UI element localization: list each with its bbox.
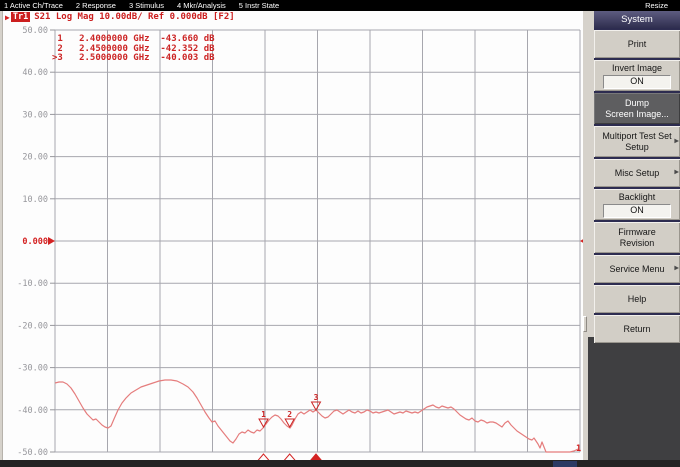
top-menu-item-3[interactable]: 3 Stimulus <box>129 1 164 10</box>
bottom-status-bar <box>0 460 680 467</box>
marker-1-number: 1 <box>261 410 266 419</box>
softkey-service-menu[interactable]: Service Menu ▶ <box>594 253 680 283</box>
softkey-dump-screen-image[interactable]: DumpScreen Image... <box>594 91 680 124</box>
y-axis-label: 30.00 <box>22 110 48 120</box>
resize-button[interactable]: Resize <box>645 1 668 10</box>
y-axis-label: 20.00 <box>22 153 48 163</box>
top-menu-item-5[interactable]: 5 Instr State <box>239 1 279 10</box>
y-axis-label: -20.00 <box>17 321 48 331</box>
softkey-return[interactable]: Return <box>594 313 680 343</box>
softkey-panel-empty-area <box>588 337 680 460</box>
reference-level-marker-left-icon <box>48 237 55 245</box>
y-axis-label: 40.00 <box>22 68 48 78</box>
trace-badge[interactable]: Tr1 <box>11 12 30 22</box>
softkey-multiport-test-set-setup-label: Setup <box>625 142 649 153</box>
top-menu-item-2[interactable]: 2 Response <box>76 1 116 10</box>
marker-3-symbol-icon <box>312 402 321 410</box>
softkey-firmware-revision[interactable]: FirmwareRevision <box>594 220 680 253</box>
marker-3-readout-row: >3 2.5000000 GHz -40.003 dB <box>52 54 215 64</box>
s21-plot: 50.00 40.00 30.00 20.00 10.00 0.000 -10.00 -20.… <box>3 11 583 460</box>
submenu-arrow-icon: ▶ <box>674 168 679 179</box>
top-menu-items: 1 Active Ch/Trace 2 Response 3 Stimulus 4 M… <box>4 1 292 10</box>
y-axis-label: 0.000 <box>22 237 48 247</box>
y-axis-label: -50.00 <box>17 448 48 458</box>
softkey-multiport-test-set-setup[interactable]: Multiport Test SetSetup ▶ <box>594 124 680 157</box>
softkey-backlight-label: Backlight <box>619 192 656 203</box>
menu-header-system: System <box>594 11 680 28</box>
trace-format-text: S21 Log Mag 10.00dB/ Ref 0.000dB [F2] <box>34 12 234 22</box>
trace-tr1-s21 <box>55 380 578 452</box>
softkey-return-label: Return <box>623 324 650 335</box>
marker-2-number: 2 <box>287 410 292 419</box>
y-axis-label: -10.00 <box>17 279 48 289</box>
softkey-invert-image-label: Invert Image <box>612 63 662 74</box>
marker-3-number: 3 <box>314 393 319 402</box>
softkey-panel: System PrintInvert ImageONDumpScreen Ima… <box>583 11 680 460</box>
submenu-arrow-icon: ▶ <box>674 264 679 275</box>
top-menu-item-4[interactable]: 4 Mkr/Analysis <box>177 1 226 10</box>
y-axis-label: -40.00 <box>17 406 48 416</box>
softkey-multiport-test-set-setup-label: Multiport Test Set <box>602 131 671 142</box>
channel-number-label: 1 <box>576 444 581 454</box>
softkey-backlight-state: ON <box>603 204 671 218</box>
softkey-print-label: Print <box>628 39 647 50</box>
system-menu: System PrintInvert ImageONDumpScreen Ima… <box>594 11 680 343</box>
softkey-misc-setup[interactable]: Misc Setup ▶ <box>594 157 680 187</box>
softkey-invert-image[interactable]: Invert ImageON <box>594 58 680 91</box>
active-trace-pointer-icon: ▶ <box>5 13 10 22</box>
softkey-help[interactable]: Help <box>594 283 680 313</box>
panel-splitter-handle[interactable] <box>583 316 587 332</box>
submenu-arrow-icon: ▶ <box>674 136 679 147</box>
y-axis-label: 50.00 <box>22 26 48 36</box>
softkey-backlight[interactable]: BacklightON <box>594 187 680 220</box>
softkey-invert-image-state: ON <box>603 75 671 89</box>
softkey-dump-screen-image-label: Screen Image... <box>605 109 669 120</box>
top-menu-item-1[interactable]: 1 Active Ch/Trace <box>4 1 63 10</box>
softkey-firmware-revision-label: Firmware <box>618 227 656 238</box>
trace-status-bar[interactable]: ▶ Tr1 S21 Log Mag 10.00dB/ Ref 0.000dB [… <box>5 11 235 23</box>
softkey-help-label: Help <box>628 294 647 305</box>
softkey-dump-screen-image-label: Dump <box>625 98 649 109</box>
y-axis-label: 10.00 <box>22 195 48 205</box>
softkey-service-menu-label: Service Menu <box>609 264 664 275</box>
y-axis-label: -30.00 <box>17 364 48 374</box>
softkey-firmware-revision-label: Revision <box>620 238 655 249</box>
instrument-display: 50.00 40.00 30.00 20.00 10.00 0.000 -10.00 -20.… <box>3 11 583 460</box>
softkey-print[interactable]: Print <box>594 28 680 58</box>
marker-readout: 1 2.4000000 GHz -43.660 dB 2 2.4500000 G… <box>52 35 215 64</box>
softkey-misc-setup-label: Misc Setup <box>615 168 660 179</box>
taskbar-accent <box>553 461 577 467</box>
top-menu-bar: 1 Active Ch/Trace 2 Response 3 Stimulus 4 M… <box>0 0 680 11</box>
